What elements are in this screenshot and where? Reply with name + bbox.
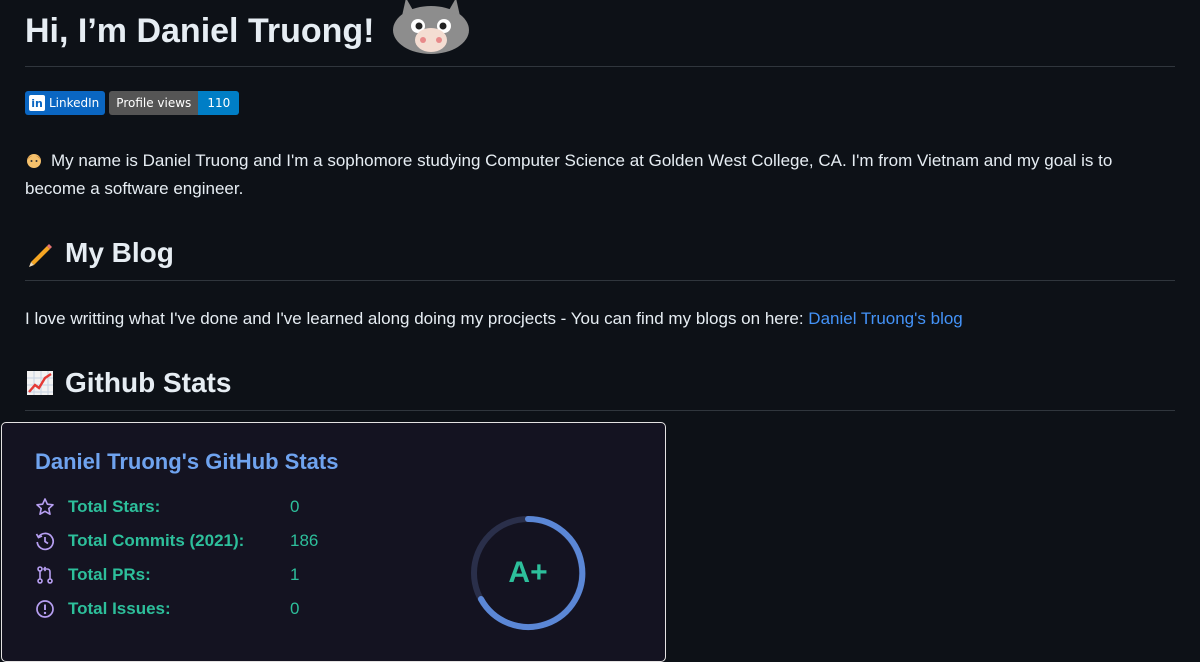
stat-label: Total Issues: bbox=[68, 599, 171, 618]
totoro-avatar-icon bbox=[393, 0, 470, 54]
stat-value: 0 bbox=[290, 497, 300, 516]
history-icon bbox=[35, 532, 55, 551]
pull-request-icon bbox=[37, 566, 53, 584]
github-stats-card: Daniel Truong's GitHub Stats Total Stars… bbox=[1, 422, 666, 662]
stat-value: 0 bbox=[290, 599, 300, 618]
blog-text: I love writting what I've done and I've … bbox=[25, 309, 809, 328]
stat-label: Total Commits (2021): bbox=[68, 531, 245, 550]
issue-icon bbox=[36, 600, 54, 618]
page-title: Hi, I’m Daniel Truong! bbox=[25, 0, 1175, 67]
stat-row-commits: Total Commits (2021): 186 bbox=[35, 529, 318, 553]
stat-row-stars: Total Stars: 0 bbox=[35, 495, 299, 519]
stat-value: 1 bbox=[290, 565, 300, 584]
intro-paragraph: My name is Daniel Truong and I'm a sopho… bbox=[25, 147, 1175, 203]
stat-row-issues: Total Issues: 0 bbox=[35, 597, 299, 621]
badge-row: in LinkedIn Profile views 110 bbox=[25, 91, 1175, 115]
stat-label: Total Stars: bbox=[68, 497, 161, 516]
readme-content: Hi, I’m Daniel Truong! in LinkedIn Profi… bbox=[25, 0, 1175, 411]
linkedin-badge-label: LinkedIn bbox=[49, 96, 100, 110]
title-text: Hi, I’m Daniel Truong! bbox=[25, 11, 375, 50]
card-title: Daniel Truong's GitHub Stats bbox=[35, 449, 339, 474]
profile-views-label: Profile views bbox=[109, 91, 199, 115]
blog-heading: My Blog bbox=[25, 233, 1175, 281]
stats-heading: Github Stats bbox=[25, 363, 1175, 411]
stat-value: 186 bbox=[290, 531, 319, 550]
profile-views-badge: Profile views 110 bbox=[109, 91, 240, 115]
blog-link[interactable]: Daniel Truong's blog bbox=[808, 309, 962, 328]
chart-increasing-icon bbox=[27, 370, 53, 395]
intro-text: My name is Daniel Truong and I'm a sopho… bbox=[25, 151, 1113, 198]
blog-paragraph: I love writting what I've done and I've … bbox=[25, 305, 1175, 333]
stat-row-prs: Total PRs: 1 bbox=[35, 563, 299, 587]
developer-emoji-icon bbox=[27, 154, 41, 168]
profile-views-count: 110 bbox=[198, 91, 240, 115]
pencil-icon bbox=[29, 243, 52, 267]
linkedin-icon: in bbox=[29, 95, 45, 111]
rank-grade: A+ bbox=[508, 556, 548, 589]
blog-heading-text: My Blog bbox=[65, 236, 174, 268]
stat-label: Total PRs: bbox=[68, 565, 151, 584]
stats-heading-text: Github Stats bbox=[65, 366, 232, 398]
linkedin-badge[interactable]: in LinkedIn bbox=[25, 91, 106, 115]
star-icon bbox=[36, 498, 54, 515]
